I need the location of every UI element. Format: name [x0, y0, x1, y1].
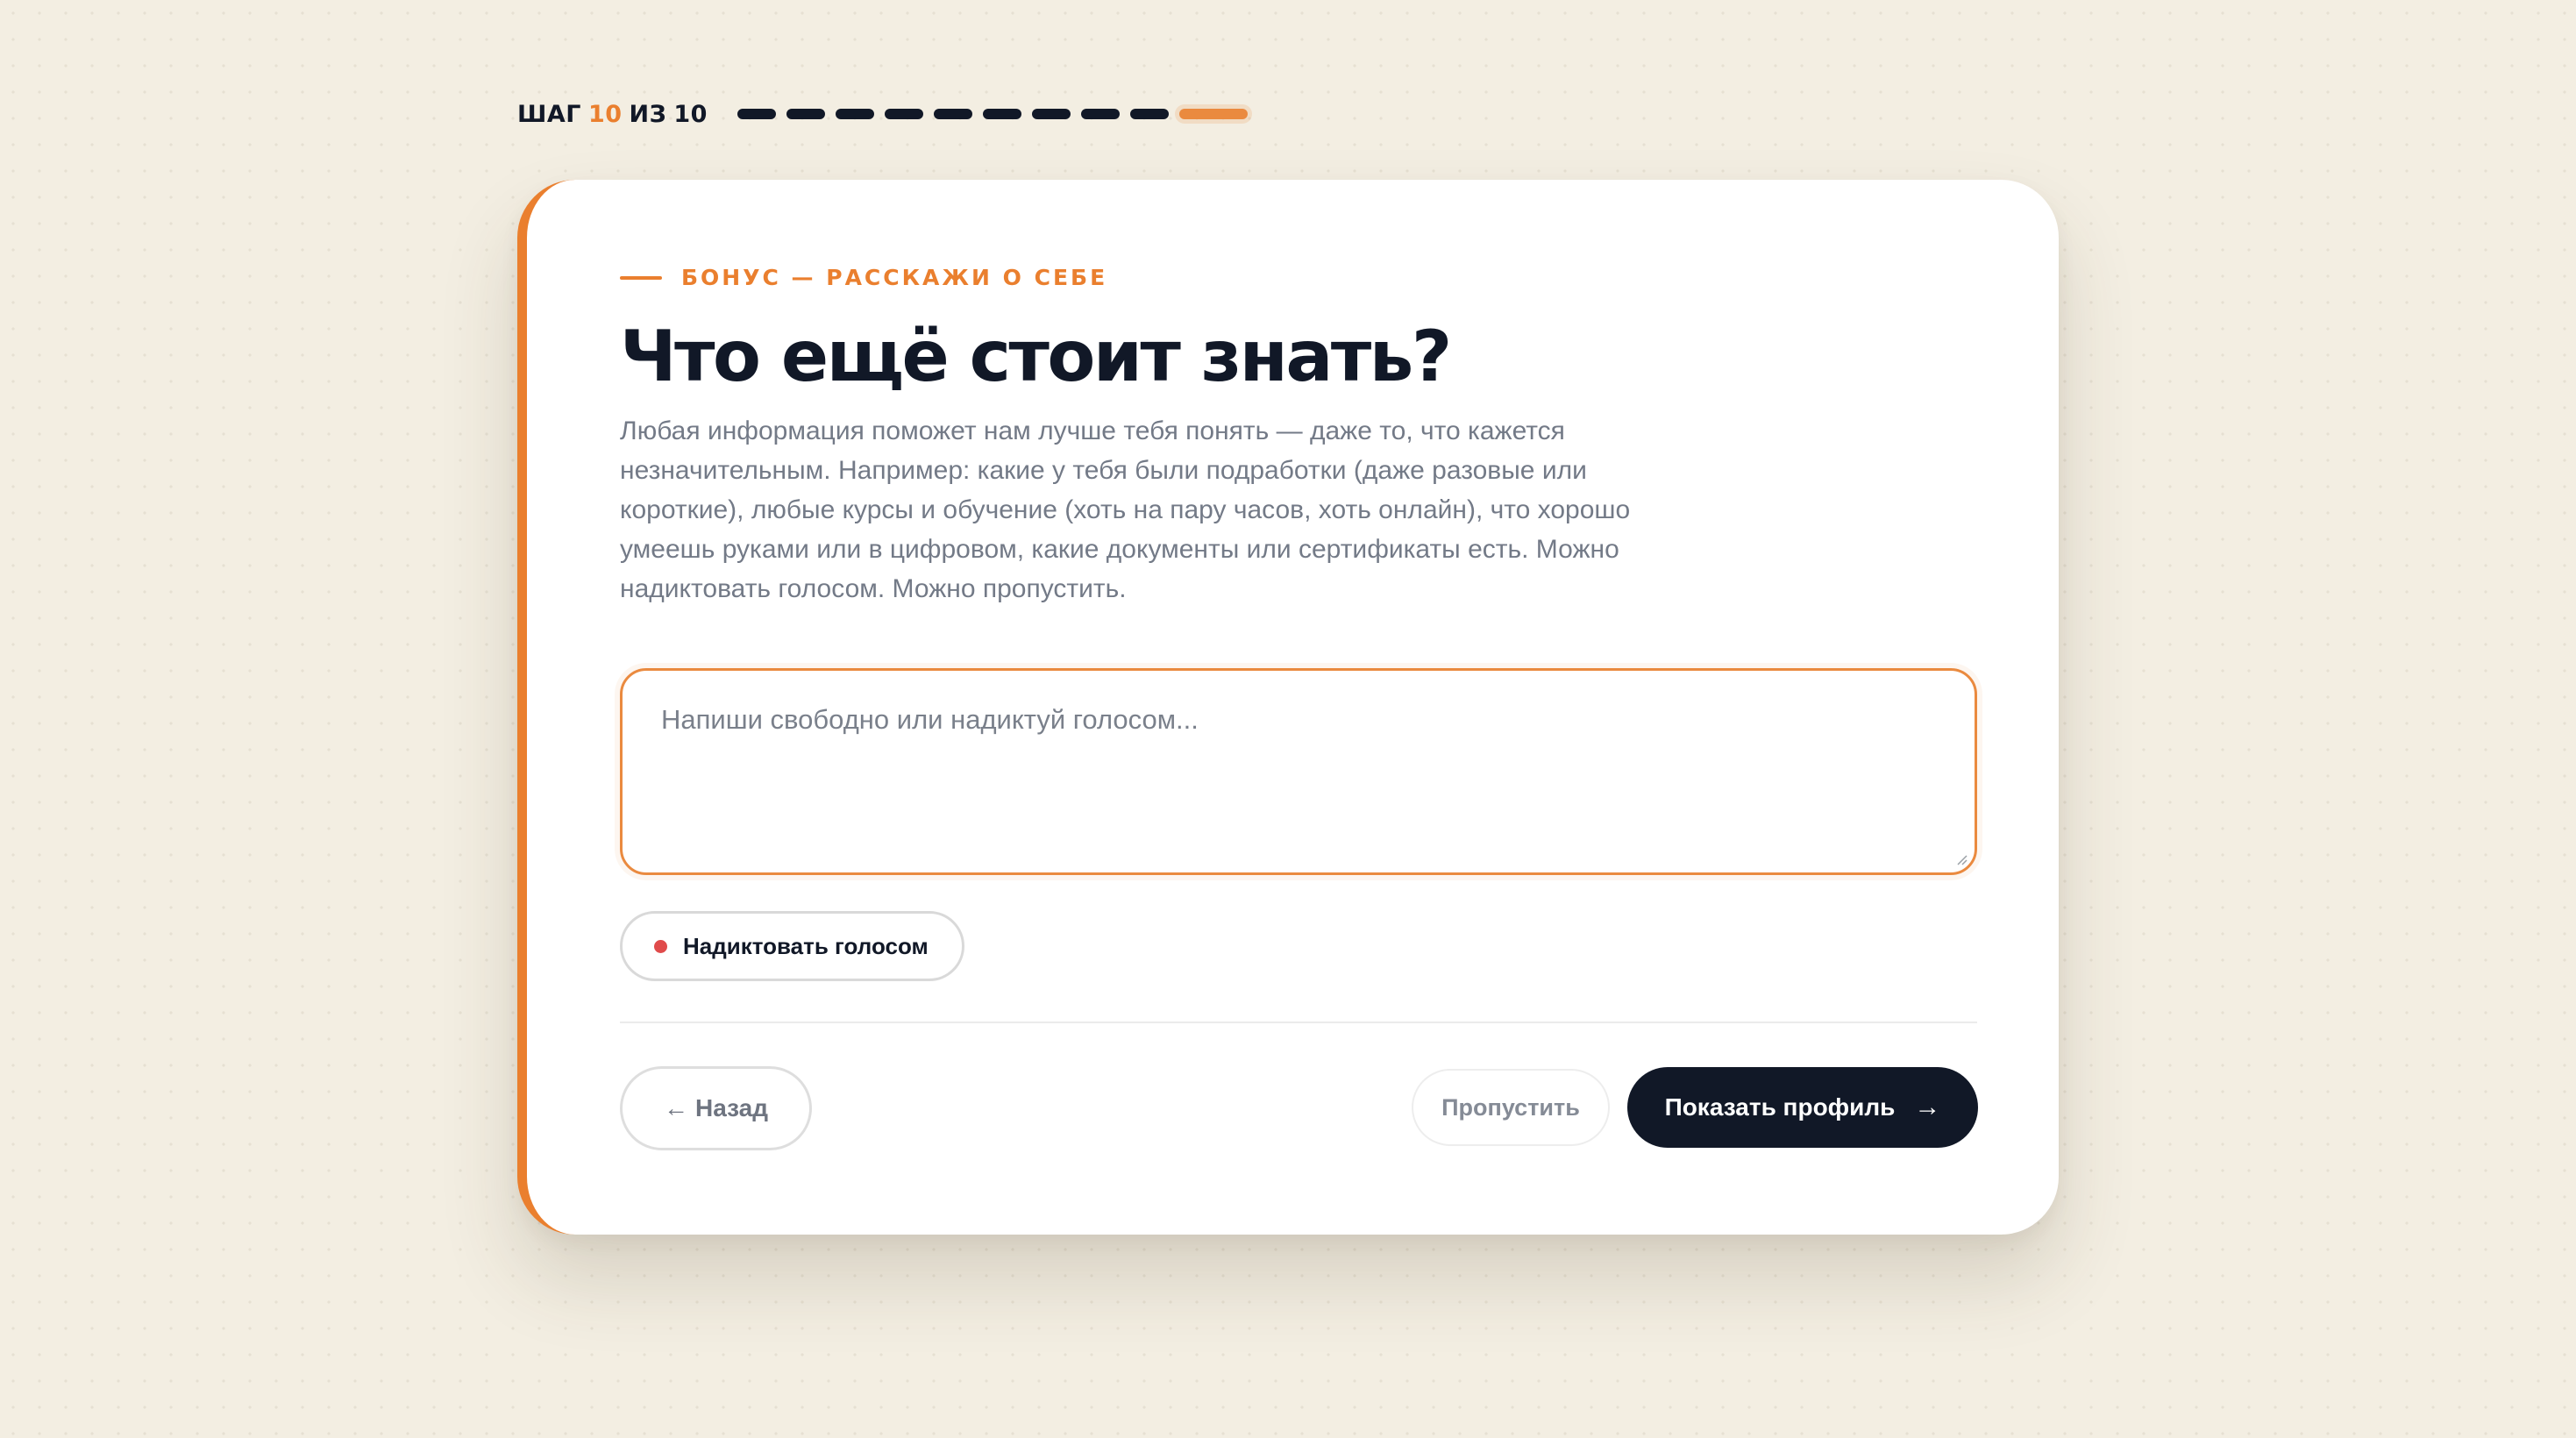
- dictate-voice-button[interactable]: Надиктовать голосом: [620, 911, 964, 981]
- progress-step-5: [933, 109, 972, 119]
- page-title: Что ещё стоит знать?: [620, 316, 1452, 397]
- arrow-right-icon: →: [1914, 1093, 1941, 1121]
- skip-button-label: Пропустить: [1441, 1093, 1580, 1121]
- progress-indicator: ШАГ 10 ИЗ 10: [517, 95, 1258, 133]
- progress-step-7: [1031, 109, 1071, 119]
- progress-step-10-active: [1178, 109, 1248, 119]
- progress-step-9: [1129, 109, 1169, 119]
- footer-divider: [620, 1022, 1977, 1023]
- skip-button[interactable]: Пропустить: [1412, 1069, 1610, 1146]
- show-profile-label: Показать профиль: [1664, 1093, 1896, 1121]
- step-counter: ШАГ 10 ИЗ 10: [517, 101, 708, 128]
- section-eyebrow: БОНУС — РАССКАЖИ О СЕБЕ: [620, 265, 1107, 290]
- progress-step-6: [982, 109, 1021, 119]
- eyebrow-line: [620, 275, 662, 280]
- card-content: БОНУС — РАССКАЖИ О СЕБЕ Что ещё стоит зн…: [620, 180, 1978, 1235]
- record-dot-icon: [654, 939, 667, 953]
- question-description: Любая информация поможет нам лучше тебя …: [620, 416, 1631, 603]
- back-button[interactable]: ← Назад: [620, 1066, 812, 1150]
- question-card: БОНУС — РАССКАЖИ О СЕБЕ Что ещё стоит зн…: [517, 180, 2059, 1235]
- progress-step-4: [884, 109, 923, 119]
- back-button-label: Назад: [694, 1094, 769, 1121]
- answer-field-wrapper: [620, 668, 1977, 875]
- show-profile-button[interactable]: Показать профиль →: [1627, 1067, 1978, 1148]
- arrow-left-icon: ←: [663, 1094, 688, 1121]
- progress-step-1: [737, 109, 776, 119]
- current-step: 10: [587, 100, 623, 128]
- resize-handle-icon[interactable]: [1955, 853, 1968, 865]
- progress-step-8: [1080, 109, 1120, 119]
- progress-bar: [737, 109, 1258, 119]
- dictate-voice-label: Надиктовать голосом: [683, 932, 929, 959]
- eyebrow-label: БОНУС — РАССКАЖИ О СЕБЕ: [681, 265, 1108, 290]
- progress-step-2: [786, 109, 825, 119]
- progress-step-3: [835, 109, 874, 119]
- total-steps: 10: [673, 100, 708, 128]
- step-word: ШАГ: [517, 100, 581, 128]
- answer-textarea[interactable]: [623, 671, 1975, 872]
- of-word: ИЗ: [629, 100, 667, 128]
